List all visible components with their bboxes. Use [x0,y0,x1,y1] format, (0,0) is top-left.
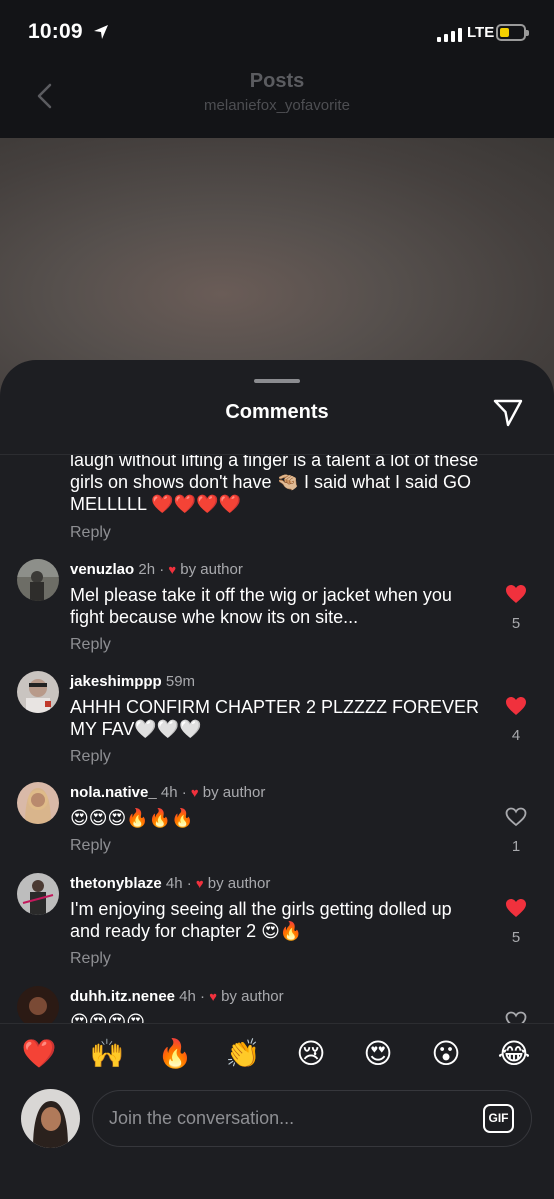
comment-text: 😍😍😍😍 [70,1012,146,1023]
comment-username[interactable]: nola.native_ [70,784,157,801]
emoji-fire-button[interactable]: 🔥 [155,1038,195,1070]
comment-text: I'm enjoying seeing all the girls gettin… [70,899,452,941]
network-label: LTE [467,24,495,41]
author-heart-icon: ♥ [190,785,199,800]
reply-button[interactable]: Reply [70,950,111,968]
author-like-label: by author [207,875,271,892]
partial-comment-text: laugh without lifting a finger is a tale… [70,455,479,514]
comments-sheet: Comments laugh without lifting a finger … [0,360,554,1199]
page-subtitle: melaniefox_yofavorite [204,97,350,114]
reply-button[interactable]: Reply [70,837,111,855]
post-media [0,138,554,398]
avatar[interactable] [17,782,59,824]
comment-username[interactable]: thetonyblaze [70,875,162,892]
comment-text: Mel please take it off the wig or jacket… [70,585,452,627]
emoji-heart-button[interactable]: ❤️ [19,1038,59,1070]
like-count: 4 [511,727,521,744]
comment-time: 59m [165,673,196,690]
status-time: 10:09 [28,20,83,43]
comment-username[interactable]: duhh.itz.nenee [70,988,175,1005]
like-heart-outline-icon[interactable] [505,807,527,827]
comment-time: 4h [179,988,196,1005]
my-avatar [21,1089,80,1148]
top-nav: Posts melaniefox_yofavorite [0,64,554,138]
signal-icon [437,26,462,42]
comment-username[interactable]: jakeshimppp [70,673,162,690]
comment-composer: GIF [0,1085,554,1199]
comments-list[interactable]: laugh without lifting a finger is a tale… [0,455,554,1023]
reply-button[interactable]: Reply [70,748,111,766]
status-bar: 10:09 LTE [0,0,554,64]
author-heart-icon: ♥ [195,876,204,891]
emoji-raised-hands-button[interactable]: 🙌 [87,1038,127,1070]
sheet-title: Comments [225,401,329,423]
battery-icon [496,24,529,41]
author-like-label: by author [221,988,284,1005]
like-count: 5 [511,929,521,946]
comment-meta: duhh.itz.nenee 4h · ♥ by author [70,988,284,1005]
avatar[interactable] [17,986,59,1023]
comment-meta: jakeshimppp 59m [70,673,195,690]
avatar[interactable] [17,671,59,713]
comment-text: 😍😍😍🔥🔥🔥 [70,808,194,828]
like-count: 5 [511,615,521,632]
sheet-grabber[interactable] [254,379,300,383]
reply-button[interactable]: Reply [70,524,111,542]
page-title: Posts [249,70,305,92]
author-heart-icon: ♥ [168,562,177,577]
author-heart-icon: ♥ [209,989,217,1004]
like-heart-icon[interactable] [505,584,527,604]
avatar[interactable] [17,559,59,601]
comment-text: AHHH CONFIRM CHAPTER 2 PLZZZZ FOREVER MY… [70,697,480,739]
emoji-laugh-button[interactable]: 😂 [494,1038,534,1070]
emoji-heart-eyes-button[interactable]: 😍 [358,1038,398,1070]
comment-meta: nola.native_ 4h · ♥ by author [70,784,266,801]
author-like-label: by author [202,784,266,801]
emoji-clap-button[interactable]: 👏 [223,1038,263,1070]
comment-time: 2h [138,561,156,578]
comment-username[interactable]: venuzlao [70,561,134,578]
gif-button[interactable]: GIF [483,1104,514,1133]
location-arrow-icon [94,25,108,39]
like-heart-icon[interactable] [505,696,527,716]
comment-input[interactable] [92,1090,532,1147]
avatar[interactable] [17,873,59,915]
like-count: 1 [511,838,521,855]
like-heart-icon[interactable] [505,898,527,918]
comment-time: 4h [160,784,178,801]
reply-button[interactable]: Reply [70,636,111,654]
author-like-label: by author [180,561,243,578]
share-send-icon[interactable] [492,396,524,428]
comment-meta: thetonyblaze 4h · ♥ by author [70,875,271,892]
comment-meta: venuzlao 2h · ♥ by author [70,561,243,578]
comment-time: 4h [165,875,183,892]
quick-emoji-bar: ❤️ 🙌 🔥 👏 😢 😍 😮 😂 [0,1023,554,1085]
emoji-surprised-button[interactable]: 😮 [426,1038,466,1070]
emoji-cry-button[interactable]: 😢 [291,1038,331,1070]
like-heart-outline-icon[interactable] [505,1011,527,1023]
